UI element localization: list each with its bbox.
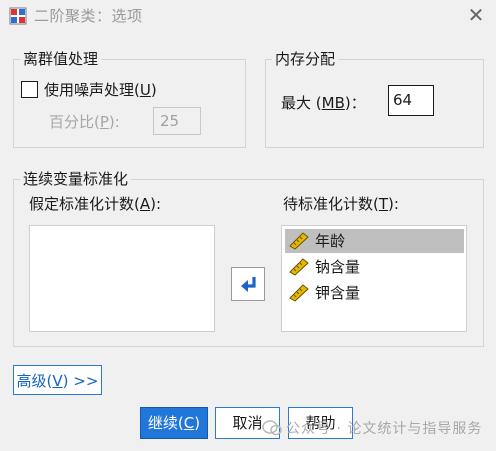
max-memory-input[interactable]: 64 [388,85,434,116]
noise-label-key: U [139,81,151,99]
scale-ruler-icon [289,258,309,276]
continue-label-key: C [183,414,195,432]
close-icon: ✕ [467,3,485,27]
advanced-label-key: V [52,372,63,390]
standardize-legend: 连续变量标准化 [20,171,132,187]
memory-legend: 内存分配 [272,51,339,67]
move-variable-button[interactable] [231,267,265,301]
title-bar: 二阶聚类：选项 ✕ [0,0,496,32]
outlier-group [13,59,246,148]
assumed-standardized-list[interactable] [29,225,215,332]
advanced-label-text: 高级( [16,372,53,390]
window-title: 二阶聚类：选项 [34,7,143,25]
pending-label-key: T [378,195,389,213]
pending-label-suffix: ): [388,195,399,213]
scale-ruler-icon [289,232,309,250]
noise-label-suffix: ) [150,81,157,99]
list-item-label: 钾含量 [315,284,361,302]
watermark-text: 公众号 · 论文统计与指导服务 [286,421,483,437]
percent-label: 百分比(P): [49,111,120,132]
continue-label-text: 继续( [147,414,184,432]
scale-ruler-icon [289,284,309,302]
to-be-standardized-list[interactable]: 年龄 钠含量 钾含量 [281,225,467,332]
pending-label-text: 待标准化计数( [283,195,379,213]
max-label-suffix: )： [344,94,366,112]
spss-app-icon [9,7,27,25]
max-memory-label: 最大 (MB)： [281,92,366,113]
wechat-icon [262,420,282,436]
percent-label-suffix: ): [108,113,120,131]
pending-list-label: 待标准化计数(T): [283,193,399,214]
list-item-potassium[interactable]: 钾含量 [285,281,464,305]
assumed-label-key: A [139,195,151,213]
close-button[interactable]: ✕ [462,2,490,30]
assumed-label-text: 假定标准化计数( [29,195,140,213]
max-label-text: 最大 ( [281,94,322,112]
max-label-key: MB [321,94,345,112]
noise-handling-checkbox[interactable] [21,81,38,98]
outlier-legend: 离群值处理 [20,51,102,67]
assumed-label-suffix: ): [150,195,162,213]
advanced-label-suffix: ) >> [62,372,99,390]
assumed-list-label: 假定标准化计数(A): [29,193,161,214]
noise-label-text: 使用噪声处理( [44,81,140,99]
advanced-button[interactable]: 高级(V) >> [13,365,102,395]
list-item-label: 钠含量 [315,258,361,276]
list-item-sodium[interactable]: 钠含量 [285,255,464,279]
noise-handling-label[interactable]: 使用噪声处理(U) [44,79,157,100]
list-item-label: 年龄 [315,232,346,250]
continue-label-suffix: ) [194,414,201,432]
arrow-left-icon [241,277,256,292]
list-item-age[interactable]: 年龄 [285,229,464,253]
percent-label-text: 百分比( [49,113,100,131]
continue-button[interactable]: 继续(C) [140,407,208,439]
percent-label-key: P [99,113,109,131]
percent-input: 25 [153,107,201,135]
